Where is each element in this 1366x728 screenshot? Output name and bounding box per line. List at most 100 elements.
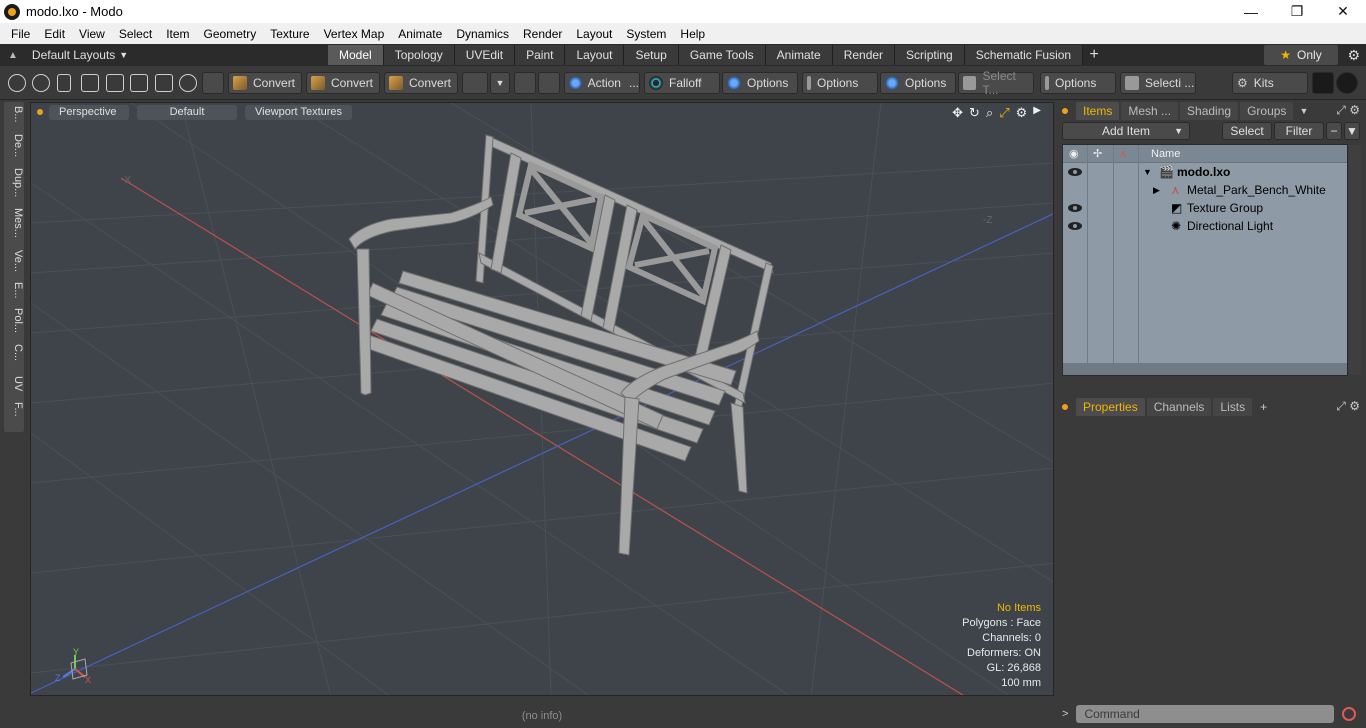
cube-tool-icon[interactable] [462,72,488,94]
tab-items[interactable]: Items [1076,102,1120,120]
perspective-dropdown[interactable]: Perspective [49,104,129,120]
tab-channels[interactable]: Channels [1146,398,1212,416]
convert-button-1[interactable]: Convert [228,72,302,94]
tab-schematic-fusion[interactable]: Schematic Fusion [964,45,1084,65]
menu-system[interactable]: System [619,27,673,41]
falloff-button[interactable]: Falloff [644,72,720,94]
chevron-down-icon[interactable]: ▼ [490,72,510,94]
left-tab-polygon[interactable]: Pol... [4,308,24,333]
polygon-select-icon[interactable] [130,74,148,92]
add-tab-icon[interactable]: + [1083,45,1105,65]
tab-render[interactable]: Render [832,45,896,65]
zoom-icon[interactable]: ⌕ [986,105,993,121]
tab-game-tools[interactable]: Game Tools [678,45,766,65]
select-through-button[interactable]: Select T... [958,69,1034,97]
tab-lists[interactable]: Lists [1213,398,1253,416]
unreal-icon[interactable] [1336,72,1358,94]
options-button-3[interactable]: Options [880,72,956,94]
expand-icon[interactable]: ▶ [1153,185,1160,196]
gear-icon[interactable]: ⚙ [1347,47,1360,64]
restore-icon[interactable]: ❐ [1274,0,1320,23]
funnel-icon[interactable]: ▼ [1344,122,1360,140]
tab-properties[interactable]: Properties [1076,398,1145,416]
item-select-icon[interactable] [179,74,197,92]
left-tab-edge[interactable]: E... [4,282,24,299]
tab-topology[interactable]: Topology [383,45,455,65]
panel-options-icon[interactable]: ⤢ ⚙ [1336,399,1360,414]
rotate-icon[interactable]: ↻ [969,105,980,121]
options-button-2[interactable]: Options [802,72,878,94]
left-tab-mesh-edit[interactable]: Mes... [4,208,24,238]
layouts-dropdown[interactable]: ▲ Default Layouts ▼ [0,48,130,62]
tab-setup[interactable]: Setup [624,45,679,65]
panel-options-icon[interactable]: ⤢ ⚙ [1336,103,1360,118]
left-tab-curve[interactable]: C... [4,344,24,361]
left-tab-fusion[interactable]: F... [4,402,24,417]
vertical-scrollbar[interactable] [1349,145,1361,375]
close-icon[interactable]: ✕ [1320,0,1366,23]
viewport-textures-dropdown[interactable]: Viewport Textures [245,104,353,120]
add-tab-icon[interactable]: + [1260,400,1267,414]
tab-groups[interactable]: Groups [1240,102,1294,120]
tree-row-mesh[interactable]: ▶ ⋏ Metal_Park_Bench_White [1063,181,1347,199]
command-arrow-icon[interactable]: > [1062,708,1068,720]
action-center-button[interactable]: Action ... [564,72,640,94]
menu-edit[interactable]: Edit [37,27,72,41]
unity-icon[interactable] [1312,72,1334,94]
vertex-select-icon[interactable] [8,74,26,92]
pen-tool-icon[interactable] [57,74,71,92]
command-input[interactable]: Command [1076,705,1335,723]
visibility-eye-icon[interactable] [1068,222,1082,230]
options-button-4[interactable]: Options [1040,72,1116,94]
expand-icon[interactable]: ▼ [1143,167,1152,177]
left-tab-uv[interactable]: UV [4,376,24,391]
minimize-icon[interactable]: — [1228,0,1274,23]
tab-animate[interactable]: Animate [765,45,833,65]
menu-geometry[interactable]: Geometry [197,27,264,41]
material-select-icon[interactable] [155,74,173,92]
brush-icon[interactable] [81,74,99,92]
selection-sets-button[interactable]: Selecti ... [1120,72,1196,94]
collapse-all-icon[interactable]: − [1326,122,1342,140]
menu-vertex-map[interactable]: Vertex Map [317,27,392,41]
menu-layout[interactable]: Layout [569,27,619,41]
tree-row-scene[interactable]: ▼ 🎬 modo.lxo [1063,163,1347,181]
menu-texture[interactable]: Texture [263,27,316,41]
shading-dropdown[interactable]: Default [137,104,237,120]
menu-render[interactable]: Render [516,27,569,41]
left-tab-basic[interactable]: B... [4,106,24,123]
record-icon[interactable] [1342,707,1357,721]
collapse-icon[interactable]: ▲ [8,50,18,61]
snapping-icon[interactable] [538,72,560,94]
chevron-down-icon[interactable]: ▼ [1299,106,1308,116]
convert-button-2[interactable]: Convert [306,72,380,94]
filter-button[interactable]: Filter [1274,122,1324,140]
tab-uvedit[interactable]: UVEdit [454,45,516,65]
tab-layout[interactable]: Layout [565,45,625,65]
left-tab-deform[interactable]: De... [4,134,24,157]
tab-mesh[interactable]: Mesh ... [1121,102,1179,120]
add-item-dropdown[interactable]: Add Item ▼ [1062,122,1190,140]
tab-paint[interactable]: Paint [515,45,566,65]
menu-item[interactable]: Item [159,27,196,41]
options-button-1[interactable]: Options [722,72,798,94]
visibility-eye-icon[interactable] [1068,168,1082,176]
horizontal-scrollbar[interactable] [1063,363,1347,375]
cube-mode-icon[interactable] [202,72,224,94]
kits-button[interactable]: ⚙ Kits [1232,72,1308,94]
tree-row-texture-group[interactable]: ◩ Texture Group [1063,199,1347,217]
menu-select[interactable]: Select [112,27,159,41]
menu-animate[interactable]: Animate [391,27,449,41]
menu-help[interactable]: Help [673,27,712,41]
pan-icon[interactable]: ✥ [952,105,963,121]
menu-file[interactable]: File [4,27,37,41]
left-tab-vertex[interactable]: Ve... [4,250,24,272]
select-button[interactable]: Select [1222,122,1272,140]
tab-model[interactable]: Model [328,45,384,65]
globe-icon[interactable] [32,74,50,92]
only-button[interactable]: ★ Only [1264,45,1338,65]
convert-button-3[interactable]: Convert [384,72,458,94]
3d-viewport[interactable]: -X -Z Y Z X Perspective Default Viewport… [30,102,1054,696]
menu-view[interactable]: View [72,27,112,41]
maximize-icon[interactable]: ⤢ [999,105,1009,121]
